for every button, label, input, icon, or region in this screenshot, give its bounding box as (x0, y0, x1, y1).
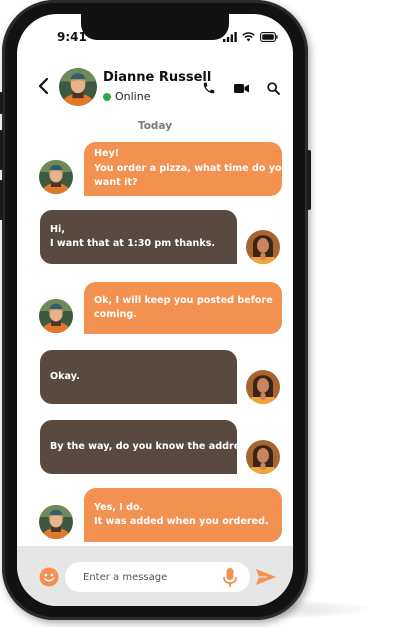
chevron-left-icon[interactable] (37, 76, 51, 96)
phone-side-button (0, 130, 3, 170)
phone-screen: 9:41 Dianne Russell Online Today Hey! Yo… (17, 14, 293, 606)
search-icon (266, 81, 280, 95)
message-composer (17, 546, 293, 606)
message-text: It was added when you ordered. (94, 516, 269, 527)
message-text: Yes, I do. (94, 501, 144, 513)
message-bubble-sent[interactable]: Hi, I want that at 1:30 pm thanks. (40, 210, 237, 264)
phone-side-button (307, 150, 311, 210)
message-bubble-received[interactable]: Ok, I will keep you posted before coming… (84, 282, 282, 334)
status-icons (223, 32, 278, 42)
battery-icon (260, 32, 278, 42)
phone-icon (203, 82, 215, 94)
contact-avatar (39, 160, 73, 194)
message-text: want it? (94, 177, 138, 189)
message-bubble-sent[interactable]: Okay. (40, 350, 237, 404)
message-bubble-received[interactable]: Yes, I do. It was added when you ordered… (84, 488, 282, 542)
message-bubble-received[interactable]: Hey! You order a pizza, what time do you… (84, 142, 289, 196)
send-icon[interactable] (255, 568, 277, 586)
phone-notch (81, 14, 229, 40)
contact-avatar (39, 299, 73, 333)
user-avatar (246, 230, 280, 264)
message-text: I want that at 1:30 pm thanks. (50, 238, 216, 249)
message-text: You order a pizza, what time do you (94, 162, 289, 174)
phone-side-button (0, 180, 3, 220)
presence-label: Online (115, 90, 151, 103)
contact-avatar[interactable] (59, 68, 97, 106)
video-call-button[interactable] (233, 80, 249, 96)
microphone-icon[interactable] (223, 568, 237, 588)
user-avatar (246, 370, 280, 404)
message-text: Okay. (50, 370, 80, 382)
user-avatar (246, 440, 280, 474)
wifi-icon (242, 32, 255, 42)
day-separator: Today (137, 120, 173, 132)
message-bubble-sent[interactable]: By the way, do you know the address? (40, 420, 258, 474)
call-button[interactable] (201, 80, 217, 96)
presence-status: Online (103, 90, 150, 103)
phone-side-button (0, 92, 3, 114)
video-camera-icon (233, 83, 249, 93)
message-text: coming. (94, 309, 137, 320)
smiley-icon[interactable] (39, 567, 59, 587)
message-text: Ok, I will keep you posted before (94, 294, 273, 306)
online-dot-icon (103, 92, 111, 101)
search-button[interactable] (265, 80, 281, 96)
message-text: Hey! (94, 148, 120, 160)
contact-name: Dianne Russell (103, 70, 212, 85)
chat-header: Dianne Russell Online (17, 58, 293, 118)
message-text: Hi, (50, 223, 65, 235)
contact-avatar (39, 505, 73, 539)
message-text: By the way, do you know the address? (50, 440, 258, 452)
phone-frame: 9:41 Dianne Russell Online Today Hey! Yo… (0, 0, 311, 620)
